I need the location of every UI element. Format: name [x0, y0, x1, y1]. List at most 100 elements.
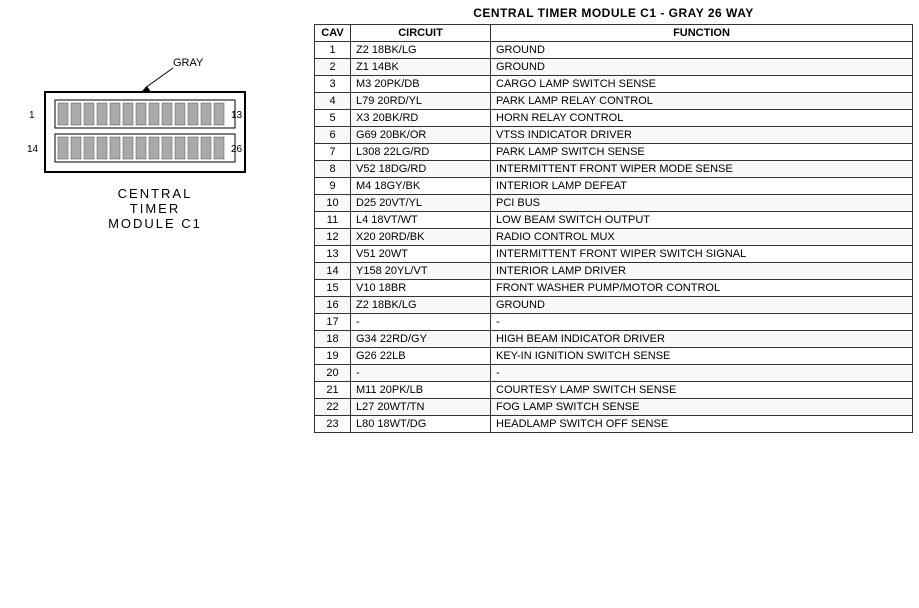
table-row: 9M4 18GY/BKINTERIOR LAMP DEFEAT — [315, 178, 913, 195]
table-title: CENTRAL TIMER MODULE C1 - GRAY 26 WAY — [314, 6, 913, 20]
table-row: 6G69 20BK/ORVTSS INDICATOR DRIVER — [315, 127, 913, 144]
cell-circuit: D25 20VT/YL — [351, 195, 491, 212]
cell-cav: 13 — [315, 246, 351, 263]
cell-circuit: - — [351, 365, 491, 382]
table-row: 20-- — [315, 365, 913, 382]
header-cav: CAV — [315, 25, 351, 42]
cell-function: INTERMITTENT FRONT WIPER MODE SENSE — [491, 161, 913, 178]
module-label-line1: CENTRAL — [118, 186, 193, 201]
cell-cav: 4 — [315, 93, 351, 110]
cell-circuit: G26 22LB — [351, 348, 491, 365]
cell-function: CARGO LAMP SWITCH SENSE — [491, 76, 913, 93]
cell-circuit: L308 22LG/RD — [351, 144, 491, 161]
cell-circuit: - — [351, 314, 491, 331]
cell-cav: 9 — [315, 178, 351, 195]
cell-circuit: L80 18WT/DG — [351, 416, 491, 433]
table-row: 3M3 20PK/DBCARGO LAMP SWITCH SENSE — [315, 76, 913, 93]
table-row: 10D25 20VT/YLPCI BUS — [315, 195, 913, 212]
pin-label-1: 1 — [29, 110, 35, 121]
cell-cav: 6 — [315, 127, 351, 144]
cell-cav: 5 — [315, 110, 351, 127]
cell-cav: 18 — [315, 331, 351, 348]
cell-circuit: L79 20RD/YL — [351, 93, 491, 110]
cell-circuit: V52 18DG/RD — [351, 161, 491, 178]
cell-circuit: V10 18BR — [351, 280, 491, 297]
cell-circuit: G69 20BK/OR — [351, 127, 491, 144]
cell-function: PARK LAMP RELAY CONTROL — [491, 93, 913, 110]
cell-cav: 7 — [315, 144, 351, 161]
table-row: 5X3 20BK/RDHORN RELAY CONTROL — [315, 110, 913, 127]
table-row: 15V10 18BRFRONT WASHER PUMP/MOTOR CONTRO… — [315, 280, 913, 297]
cell-function: COURTESY LAMP SWITCH SENSE — [491, 382, 913, 399]
table-row: 4L79 20RD/YLPARK LAMP RELAY CONTROL — [315, 93, 913, 110]
pin-table: CAV CIRCUIT FUNCTION 1Z2 18BK/LGGROUND2Z… — [314, 24, 913, 433]
cell-function: - — [491, 365, 913, 382]
cell-function: GROUND — [491, 42, 913, 59]
top-row-pins — [58, 103, 224, 125]
cell-circuit: L4 18VT/WT — [351, 212, 491, 229]
cell-circuit: Y158 20YL/VT — [351, 263, 491, 280]
pin-label-13: 13 — [231, 110, 243, 121]
pin-label-14: 14 — [27, 144, 39, 155]
left-panel: GRAY — [0, 0, 310, 608]
cell-cav: 8 — [315, 161, 351, 178]
table-row: 13V51 20WTINTERMITTENT FRONT WIPER SWITC… — [315, 246, 913, 263]
table-row: 8V52 18DG/RDINTERMITTENT FRONT WIPER MOD… — [315, 161, 913, 178]
cell-function: INTERMITTENT FRONT WIPER SWITCH SIGNAL — [491, 246, 913, 263]
cell-function: FRONT WASHER PUMP/MOTOR CONTROL — [491, 280, 913, 297]
connector-svg: GRAY — [25, 50, 285, 230]
cell-circuit: M11 20PK/LB — [351, 382, 491, 399]
cell-cav: 3 — [315, 76, 351, 93]
cell-cav: 11 — [315, 212, 351, 229]
table-row: 16Z2 18BK/LGGROUND — [315, 297, 913, 314]
cell-circuit: Z2 18BK/LG — [351, 42, 491, 59]
cell-circuit: G34 22RD/GY — [351, 331, 491, 348]
table-row: 17-- — [315, 314, 913, 331]
cell-cav: 1 — [315, 42, 351, 59]
table-row: 22L27 20WT/TNFOG LAMP SWITCH SENSE — [315, 399, 913, 416]
cell-cav: 21 — [315, 382, 351, 399]
cell-circuit: M4 18GY/BK — [351, 178, 491, 195]
cell-function: - — [491, 314, 913, 331]
cell-circuit: Z2 18BK/LG — [351, 297, 491, 314]
cell-cav: 19 — [315, 348, 351, 365]
cell-function: HORN RELAY CONTROL — [491, 110, 913, 127]
gray-label: GRAY — [173, 57, 204, 69]
cell-function: HEADLAMP SWITCH OFF SENSE — [491, 416, 913, 433]
cell-circuit: M3 20PK/DB — [351, 76, 491, 93]
page: GRAY — [0, 0, 919, 608]
table-row: 23L80 18WT/DGHEADLAMP SWITCH OFF SENSE — [315, 416, 913, 433]
cell-cav: 23 — [315, 416, 351, 433]
cell-cav: 16 — [315, 297, 351, 314]
cell-function: PCI BUS — [491, 195, 913, 212]
header-circuit: CIRCUIT — [351, 25, 491, 42]
cell-function: FOG LAMP SWITCH SENSE — [491, 399, 913, 416]
cell-function: RADIO CONTROL MUX — [491, 229, 913, 246]
cell-cav: 17 — [315, 314, 351, 331]
cell-function: INTERIOR LAMP DEFEAT — [491, 178, 913, 195]
table-row: 1Z2 18BK/LGGROUND — [315, 42, 913, 59]
cell-function: INTERIOR LAMP DRIVER — [491, 263, 913, 280]
cell-function: VTSS INDICATOR DRIVER — [491, 127, 913, 144]
table-row: 2Z1 14BKGROUND — [315, 59, 913, 76]
header-function: FUNCTION — [491, 25, 913, 42]
module-label-line2: TIMER — [130, 201, 180, 216]
bottom-row-pins — [58, 137, 224, 159]
cell-cav: 20 — [315, 365, 351, 382]
table-row: 14Y158 20YL/VTINTERIOR LAMP DRIVER — [315, 263, 913, 280]
cell-function: KEY-IN IGNITION SWITCH SENSE — [491, 348, 913, 365]
cell-cav: 2 — [315, 59, 351, 76]
connector-diagram: GRAY — [25, 50, 285, 233]
cell-function: LOW BEAM SWITCH OUTPUT — [491, 212, 913, 229]
cell-cav: 22 — [315, 399, 351, 416]
pin-label-26: 26 — [231, 144, 243, 155]
cell-function: GROUND — [491, 297, 913, 314]
cell-circuit: X3 20BK/RD — [351, 110, 491, 127]
gray-arrow-line — [145, 68, 173, 88]
table-row: 18G34 22RD/GYHIGH BEAM INDICATOR DRIVER — [315, 331, 913, 348]
table-row: 12X20 20RD/BKRADIO CONTROL MUX — [315, 229, 913, 246]
cell-cav: 12 — [315, 229, 351, 246]
cell-circuit: Z1 14BK — [351, 59, 491, 76]
table-row: 11L4 18VT/WTLOW BEAM SWITCH OUTPUT — [315, 212, 913, 229]
module-label-line3: MODULE C1 — [108, 216, 202, 230]
